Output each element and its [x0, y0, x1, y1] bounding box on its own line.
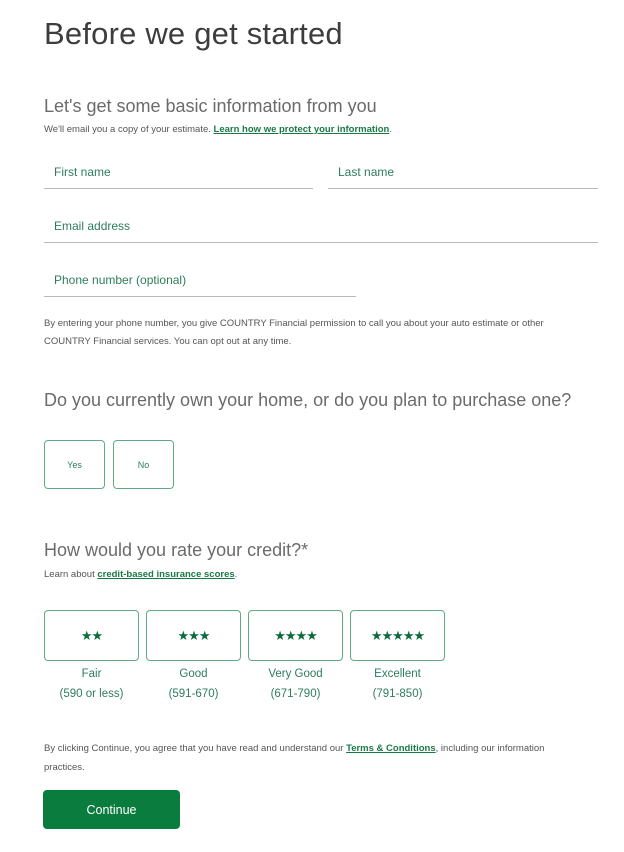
credit-good-button[interactable]: ★★★: [146, 610, 241, 661]
terms-text: By clicking Continue, you agree that you…: [44, 743, 347, 754]
star-rating-icon: ★★★★: [274, 627, 318, 643]
credit-note-text: Learn about: [44, 569, 98, 580]
phone-disclaimer-line2: COUNTRY Financial services. You can opt …: [44, 336, 292, 347]
last-name-input[interactable]: [328, 155, 598, 188]
credit-range: (590 or less): [59, 688, 124, 700]
credit-excellent-label: Excellent (791-850): [350, 664, 445, 704]
credit-very-good-label: Very Good (671-790): [248, 664, 343, 704]
credit-range: (791-850): [372, 688, 423, 700]
email-note-text: We'll email you a copy of your estimate.: [44, 124, 214, 135]
star-rating-icon: ★★: [80, 627, 103, 643]
credit-note: Learn about credit-based insurance score…: [44, 565, 237, 584]
email-input[interactable]: [44, 209, 598, 242]
credit-note-suffix: .: [234, 569, 238, 580]
terms-suffix: , including our information: [435, 743, 545, 754]
email-field: [44, 209, 598, 243]
terms-line1: By clicking Continue, you agree that you…: [44, 739, 544, 758]
credit-range: (671-790): [270, 688, 321, 700]
credit-fair-label: Fair (590 or less): [44, 664, 139, 704]
credit-fair-button[interactable]: ★★: [44, 610, 139, 661]
phone-disclaimer-line1: By entering your phone number, you give …: [44, 318, 544, 329]
credit-label: Excellent: [374, 668, 421, 680]
page-title: Before we get started: [44, 16, 343, 51]
continue-button[interactable]: Continue: [43, 790, 180, 829]
terms-link[interactable]: Terms & Conditions: [346, 743, 436, 754]
credit-label: Very Good: [268, 668, 323, 680]
yes-button[interactable]: Yes: [44, 440, 105, 489]
email-note-suffix: .: [389, 124, 392, 135]
basic-info-heading: Let's get some basic information from yo…: [44, 96, 377, 116]
star-rating-icon: ★★★★★: [370, 627, 425, 643]
credit-label: Good: [179, 668, 208, 680]
phone-input[interactable]: [44, 263, 356, 296]
first-name-field: [44, 155, 313, 189]
terms-line2: practices.: [44, 762, 85, 773]
last-name-field: [328, 155, 598, 189]
home-question-heading: Do you currently own your home, or do yo…: [44, 390, 572, 410]
email-note: We'll email you a copy of your estimate.…: [44, 120, 392, 139]
credit-heading: How would you rate your credit?*: [44, 540, 309, 560]
credit-very-good-button[interactable]: ★★★★: [248, 610, 343, 661]
credit-label: Fair: [81, 668, 102, 680]
credit-scores-link[interactable]: credit-based insurance scores: [97, 569, 234, 580]
credit-excellent-button[interactable]: ★★★★★: [350, 610, 445, 661]
protect-info-link[interactable]: Learn how we protect your information: [214, 124, 390, 135]
phone-field: [44, 263, 356, 297]
first-name-input[interactable]: [44, 155, 313, 188]
credit-range: (591-670): [168, 688, 219, 700]
credit-good-label: Good (591-670): [146, 664, 241, 704]
no-button[interactable]: No: [113, 440, 174, 489]
star-rating-icon: ★★★: [177, 627, 211, 643]
